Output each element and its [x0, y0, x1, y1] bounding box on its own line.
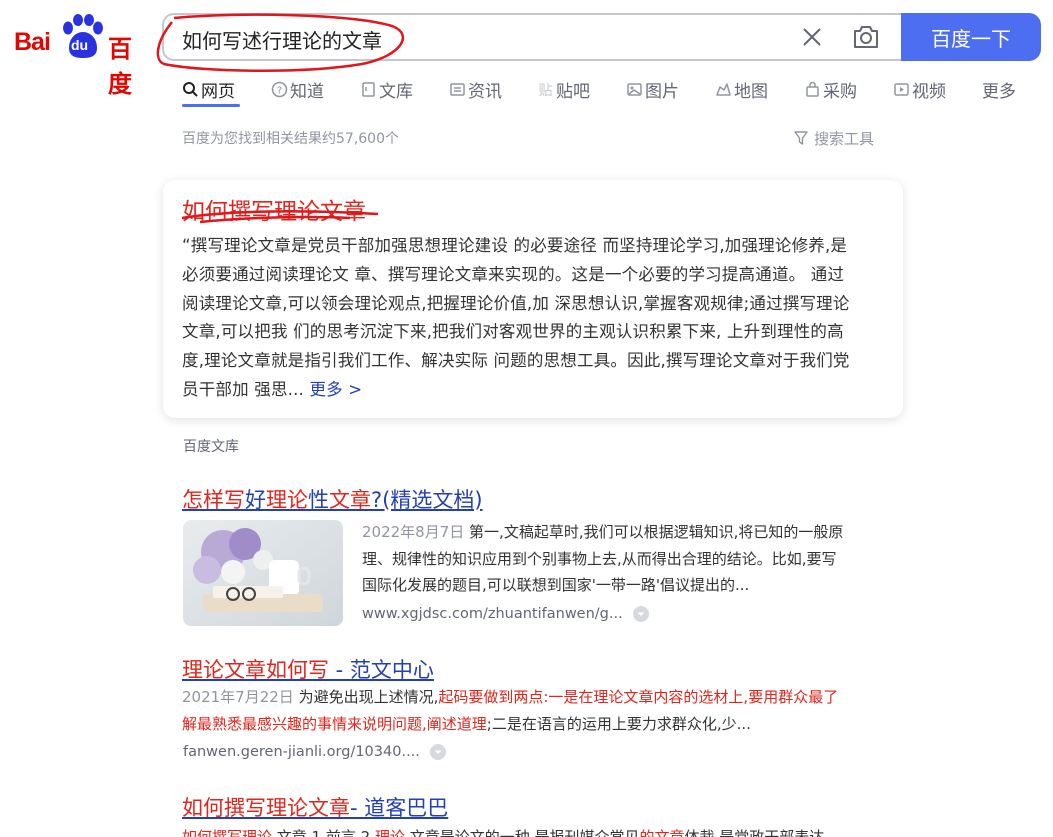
- chevron-down-icon[interactable]: [429, 744, 446, 760]
- news-icon: [450, 82, 465, 96]
- result-snippet-1: 2022年8月7日 第一,文稿起草时,我们可以根据逻辑知识,将已知的一般原 理、…: [362, 519, 882, 599]
- title-part: 好: [245, 488, 266, 512]
- tab-label: 网页: [201, 81, 235, 102]
- result-count: 百度为您找到相关结果约57,600个: [182, 131, 399, 147]
- tab-label: 地图: [734, 81, 768, 102]
- more-link[interactable]: 更多 >: [309, 380, 362, 399]
- search-input[interactable]: 如何写述行理论的文章: [182, 25, 382, 54]
- search-icon: [183, 81, 198, 97]
- logo-text-cn: 百度: [108, 36, 132, 98]
- tab-more[interactable]: 更多: [982, 76, 1032, 102]
- shopping-icon: [806, 81, 819, 97]
- search-tools-label: 搜索工具: [814, 130, 875, 148]
- tab-video[interactable]: 视频: [893, 76, 982, 102]
- snippet-highlight: 如何撰写理论: [182, 828, 273, 837]
- featured-line: 必须要通过阅读理论文 章、撰写理论文章来实现的。这是一个必要的学习提高通道。 通…: [182, 264, 845, 284]
- tab-bar: 网页 ? 知道 文库 资讯 贴 贴吧 图片 地图 采购 视频 更多: [182, 76, 1032, 106]
- tab-tieba[interactable]: 贴 贴吧: [537, 76, 626, 102]
- tieba-icon: 贴: [539, 83, 553, 98]
- url-text: fanwen.geren-jianli.org/10340....: [183, 744, 420, 760]
- svg-text:?: ?: [277, 85, 282, 96]
- featured-snippet-card: 如何撰写理论文章 “撰写理论文章是党员干部加强思想理论建设 的必要途径 而坚持理…: [163, 180, 903, 418]
- chevron-down-icon[interactable]: [632, 606, 649, 622]
- filter-icon: [794, 131, 808, 145]
- snippet-highlight: 的文章: [639, 828, 685, 837]
- logo-text-du: du: [71, 37, 89, 53]
- featured-line: 员干部加 强思...: [182, 379, 304, 399]
- document-icon: [362, 81, 375, 97]
- url-text: www.xgjdsc.com/zhuantifanwen/g...: [362, 606, 623, 622]
- search-tools-button[interactable]: 搜索工具: [794, 128, 874, 149]
- title-part: 理论: [266, 488, 308, 512]
- result-url-1[interactable]: www.xgjdsc.com/zhuantifanwen/g...: [362, 606, 649, 622]
- source-label: 百度文库: [183, 439, 239, 455]
- tab-images[interactable]: 图片: [626, 76, 715, 102]
- result-date: 2021年7月22日: [182, 688, 294, 706]
- tab-web[interactable]: 网页: [182, 76, 271, 102]
- tab-shopping[interactable]: 采购: [804, 76, 893, 102]
- flowers-image: [183, 520, 343, 626]
- baidu-logo[interactable]: Bai du 百度: [14, 14, 144, 98]
- tab-label: 采购: [823, 81, 857, 102]
- featured-line: “撰写理论文章是党员干部加强思想理论建设 的必要途径 而坚持理论学习,加强理论修…: [182, 236, 848, 255]
- featured-text: “撰写理论文章是党员干部加强思想理论建设 的必要途径 而坚持理论学习,加强理论修…: [182, 232, 890, 405]
- snippet-text: 体裁,是党政干部表达: [684, 828, 825, 837]
- result-snippet-3: 如何撰写理论 文章 1 前言 2 理论 文章是论文的一种,是报刊媒介常见的文章体…: [182, 824, 902, 837]
- clear-icon[interactable]: [800, 25, 824, 49]
- tab-label: 贴吧: [556, 81, 590, 102]
- featured-title[interactable]: 如何撰写理论文章: [182, 192, 366, 226]
- snippet-line: 第一,文稿起草时,我们可以根据逻辑知识,将已知的一般原: [469, 523, 844, 541]
- result-title-1[interactable]: 怎样写好理论性文章?(精选文档): [182, 484, 483, 514]
- result-thumbnail[interactable]: [183, 520, 343, 626]
- snippet-text: 文章是论文的一种,是报刊媒介常见: [404, 828, 640, 837]
- result-title-3[interactable]: 如何撰写理论文章- 道客巴巴: [182, 792, 448, 822]
- map-icon: [716, 82, 731, 96]
- title-part: - 范文中心: [329, 658, 434, 682]
- snippet-text: 为避免出现上述情况,: [298, 688, 439, 706]
- title-part: - 道客巴巴: [350, 796, 449, 820]
- title-part: 性: [308, 488, 329, 512]
- featured-last-line: 员干部加 强思... 更多 >: [182, 376, 890, 405]
- camera-icon[interactable]: [852, 24, 880, 50]
- title-part: ?(精选文档): [371, 488, 483, 512]
- title-part: 文章: [329, 488, 371, 512]
- tab-label: 视频: [912, 81, 946, 102]
- tab-label: 资讯: [468, 81, 502, 102]
- tab-label: 更多: [982, 81, 1016, 102]
- tab-label: 图片: [645, 81, 679, 102]
- featured-line: 度,理论文章就是指引我们工作、解决实际 问题的思想工具。因此,撰写理论文章对于我…: [182, 351, 850, 371]
- featured-line: 文章,可以把我 们的思考沉淀下来,把我们对客观世界的主观认识积累下来, 上升到理…: [182, 322, 844, 342]
- result-date: 2022年8月7日: [362, 523, 465, 541]
- image-icon: [627, 82, 642, 96]
- question-icon: ?: [271, 81, 288, 97]
- featured-line: 阅读理论文章,可以领会理论观点,把握理论价值,加 深思想认识,掌握客观规律;通过…: [182, 293, 850, 313]
- tab-news[interactable]: 资讯: [449, 76, 537, 102]
- video-icon: [894, 82, 909, 96]
- result-snippet-2: 2021年7月22日 为避免出现上述情况,起码要做到两点:一是在理论文章内容的选…: [182, 684, 892, 737]
- search-button[interactable]: 百度一下: [901, 13, 1041, 61]
- svg-text:贴: 贴: [539, 83, 553, 98]
- snippet-line: 国际化发展的题目,可以联想到国家'一带一路'倡议提出的...: [362, 576, 750, 594]
- snippet-text: ;二是在语言的运用上要力求群众化,少...: [486, 714, 751, 733]
- snippet-highlight: 解最熟悉最感兴趣的事情来说明问题,阐述道理: [182, 714, 487, 733]
- tab-label: 文库: [379, 81, 413, 102]
- result-url-2[interactable]: fanwen.geren-jianli.org/10340....: [183, 744, 446, 760]
- snippet-highlight: 起码要做到两点:一是在理论文章内容的选材上,要用群众最了: [438, 688, 839, 706]
- title-part: 理论文章如何写: [182, 658, 329, 682]
- snippet-highlight: 理论: [374, 828, 405, 837]
- tab-map[interactable]: 地图: [715, 76, 804, 102]
- active-tab-indicator: [182, 104, 240, 107]
- result-title-2[interactable]: 理论文章如何写 - 范文中心: [182, 654, 434, 684]
- snippet-line: 理、规律性的知识应用到个别事物上去,从而得出合理的结论。比如,要写: [362, 549, 837, 568]
- snippet-text: 文章 1 前言 2: [272, 828, 375, 837]
- tab-label: 知道: [290, 81, 324, 102]
- title-part: 如何撰写理论文章: [182, 796, 350, 820]
- logo-text-bai: Bai: [14, 28, 51, 56]
- search-box[interactable]: 如何写述行理论的文章: [162, 13, 904, 61]
- tab-wenku[interactable]: 文库: [360, 76, 449, 102]
- tab-zhidao[interactable]: ? 知道: [271, 76, 360, 102]
- title-part: 怎样写: [182, 488, 245, 512]
